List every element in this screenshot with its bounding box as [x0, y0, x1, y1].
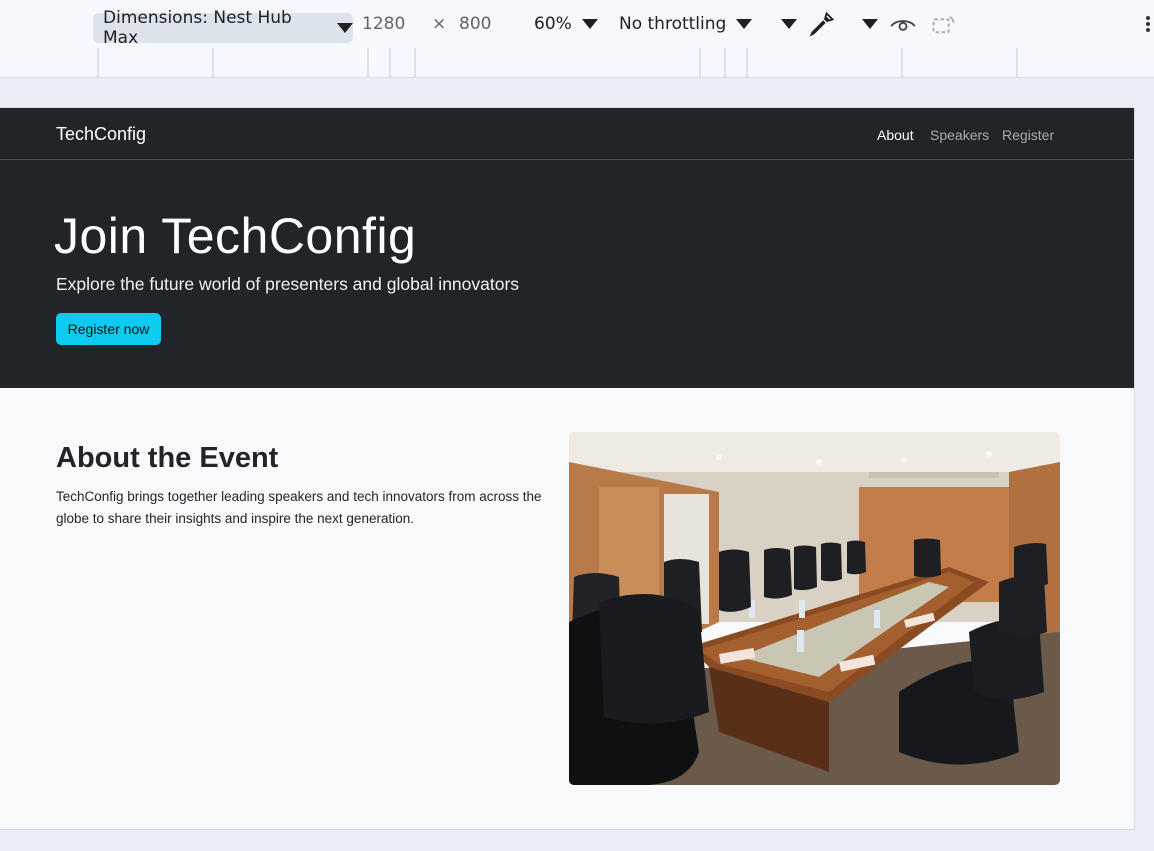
- emulated-viewport: TechConfig About Speakers Register Join …: [0, 108, 1134, 829]
- zoom-label: 60%: [534, 14, 572, 34]
- eyedropper-icon[interactable]: [808, 0, 836, 48]
- navbar: TechConfig About Speakers Register: [0, 108, 1134, 160]
- height-input[interactable]: 800: [459, 0, 491, 48]
- media-query-ruler[interactable]: [0, 48, 1154, 78]
- conference-room-image: [569, 432, 1060, 785]
- dimensions-dropdown[interactable]: Dimensions: Nest Hub Max: [93, 8, 353, 48]
- dimensions-label: Dimensions: Nest Hub Max: [103, 8, 292, 48]
- more-options-dropdown[interactable]: [771, 0, 797, 48]
- about-text: TechConfig brings together leading speak…: [56, 489, 542, 526]
- register-now-button[interactable]: Register now: [56, 313, 161, 345]
- chevron-down-icon: [581, 19, 598, 29]
- nav-link-about[interactable]: About: [877, 127, 914, 143]
- throttling-dropdown[interactable]: No throttling: [619, 0, 753, 48]
- nav-link-register[interactable]: Register: [1002, 127, 1054, 143]
- sensors-dropdown[interactable]: [852, 0, 878, 48]
- chevron-down-icon: [781, 19, 797, 29]
- hero-title: Join TechConfig: [54, 208, 417, 264]
- chevron-down-icon: [862, 19, 878, 29]
- eye-icon[interactable]: [889, 0, 917, 48]
- hero-subtitle: Explore the future world of presenters a…: [56, 274, 520, 294]
- width-input[interactable]: 1280: [362, 0, 405, 48]
- chevron-down-icon: [736, 19, 753, 29]
- times-separator: ×: [432, 14, 447, 34]
- devtools-device-toolbar: Dimensions: Nest Hub Max 1280 × 800 60% …: [0, 0, 1154, 49]
- zoom-dropdown[interactable]: 60%: [534, 0, 598, 48]
- chevron-down-icon: [337, 23, 353, 33]
- kebab-menu-icon[interactable]: [1144, 0, 1152, 48]
- brand-logo[interactable]: TechConfig: [56, 124, 146, 145]
- throttling-label: No throttling: [619, 14, 727, 34]
- hero-section: Join TechConfig Explore the future world…: [0, 160, 1134, 388]
- rotate-icon[interactable]: [930, 0, 958, 48]
- about-title: About the Event: [56, 442, 279, 474]
- nav-link-speakers[interactable]: Speakers: [930, 127, 989, 143]
